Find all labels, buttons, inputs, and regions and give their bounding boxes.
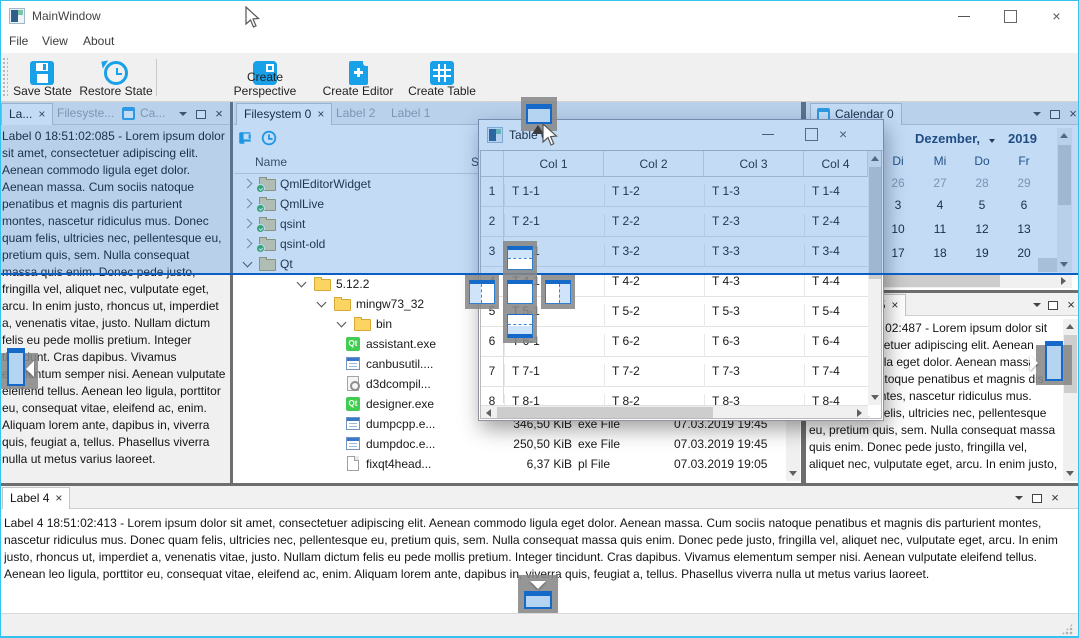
file-type: exe File xyxy=(578,437,620,451)
main-toolbar: Save State Restore State test1 Create Pe… xyxy=(0,53,1079,102)
dock-bottom-indicator[interactable] xyxy=(503,309,537,343)
app-icon xyxy=(9,8,25,24)
menu-file[interactable]: File xyxy=(9,34,28,48)
toolbar-grip[interactable] xyxy=(2,57,8,97)
restore-state-button[interactable]: Restore State xyxy=(77,55,155,100)
scroll-left-icon[interactable] xyxy=(486,409,491,417)
tab-close-icon[interactable]: × xyxy=(55,491,62,505)
tab-menu-button[interactable] xyxy=(1030,298,1044,312)
page-icon xyxy=(347,456,359,471)
collapse-icon[interactable] xyxy=(317,298,327,308)
save-state-button[interactable]: Save State xyxy=(10,55,75,100)
scroll-down-icon[interactable] xyxy=(871,395,879,400)
chevron-down-icon xyxy=(1033,303,1041,307)
chevron-down-icon xyxy=(1015,496,1023,500)
dock-top-indicator[interactable] xyxy=(503,241,537,275)
create-table-button[interactable]: Create Table xyxy=(402,55,482,100)
table-row[interactable]: 5 T 5-1 T 5-2 T 5-3 T 5-4 xyxy=(481,297,870,327)
mouse-cursor xyxy=(245,6,265,30)
dock-bottom-edge-indicator[interactable] xyxy=(518,575,558,613)
collapse-icon[interactable] xyxy=(337,318,347,328)
close-icon: × xyxy=(1034,1,1079,31)
scroll-up-icon[interactable] xyxy=(1066,324,1074,329)
file-date: 07.03.2019 19:45 xyxy=(674,437,767,451)
file-type: pl File xyxy=(578,457,610,471)
table-row[interactable]: 7 T 7-1 T 7-2 T 7-3 T 7-4 xyxy=(481,357,870,387)
tree-row[interactable]: dumpdoc.e... 250,50 KiB exe File 07.03.2… xyxy=(234,434,794,454)
scroll-right-icon[interactable] xyxy=(857,409,862,417)
table-horizontal-scrollbar[interactable] xyxy=(481,405,868,419)
table-icon xyxy=(430,61,454,85)
tab-close-icon[interactable]: × xyxy=(891,298,898,312)
file-size: 6,37 KiB xyxy=(464,457,572,471)
scrollbar-thumb[interactable] xyxy=(497,407,713,419)
arrow-right-icon xyxy=(1030,355,1038,371)
qt-app-icon: Qt xyxy=(346,337,360,351)
status-bar xyxy=(0,613,1079,638)
dock-right-indicator[interactable] xyxy=(541,275,575,309)
page-gear-icon xyxy=(347,376,359,391)
create-perspective-button[interactable]: Create Perspective xyxy=(216,55,314,100)
label4-tabbar: Label 4× × xyxy=(0,486,1079,509)
menu-view[interactable]: View xyxy=(42,34,68,48)
arrow-left-icon xyxy=(26,361,34,377)
scroll-down-icon[interactable] xyxy=(789,471,797,476)
maximize-button[interactable] xyxy=(988,1,1033,31)
dock-right-edge-indicator[interactable] xyxy=(1036,345,1072,385)
tab-label4[interactable]: Label 4× xyxy=(2,487,70,509)
collapse-icon[interactable] xyxy=(297,278,307,288)
create-editor-button[interactable]: Create Editor xyxy=(318,55,398,100)
float-icon xyxy=(1032,494,1042,503)
title-bar: MainWindow × xyxy=(0,1,1079,31)
arrow-down-icon xyxy=(530,581,546,589)
tree-row[interactable]: fixqt4head... 6,37 KiB pl File 07.03.201… xyxy=(234,454,794,474)
table-row[interactable]: 6 T 6-1 T 6-2 T 6-3 T 6-4 xyxy=(481,327,870,357)
menu-bar: File View About xyxy=(0,31,1079,53)
folder-icon xyxy=(334,299,351,311)
tab-menu-button[interactable] xyxy=(1012,491,1026,505)
app-window-icon xyxy=(346,417,360,430)
scroll-right-icon[interactable] xyxy=(1061,277,1066,285)
qt-app-icon: Qt xyxy=(346,397,360,411)
save-icon xyxy=(30,61,54,85)
mouse-cursor-drag xyxy=(542,123,564,149)
window-title: MainWindow xyxy=(32,9,101,23)
resize-grip[interactable] xyxy=(1061,623,1073,635)
dock-left-edge-indicator[interactable] xyxy=(0,353,38,389)
minimize-icon xyxy=(958,16,970,17)
app-window-icon xyxy=(346,357,360,370)
scroll-down-icon[interactable] xyxy=(1066,471,1074,476)
dock-center-indicator[interactable] xyxy=(503,275,537,309)
close-button[interactable]: × xyxy=(1034,1,1079,31)
float-panel-button[interactable] xyxy=(1030,491,1044,505)
float-panel-button[interactable] xyxy=(1046,298,1060,312)
restore-icon xyxy=(104,61,128,85)
label5-vertical-scrollbar[interactable] xyxy=(1063,319,1078,481)
close-panel-button[interactable]: × xyxy=(1048,491,1062,505)
app-window-icon xyxy=(346,437,360,450)
close-panel-button[interactable]: × xyxy=(1064,298,1078,312)
folder-icon xyxy=(314,279,331,291)
file-date: 07.03.2019 19:05 xyxy=(674,457,767,471)
file-size: 250,50 KiB xyxy=(464,437,572,451)
minimize-button[interactable] xyxy=(941,1,986,31)
dock-left-indicator[interactable] xyxy=(465,275,499,309)
editor-icon xyxy=(349,61,368,85)
float-icon xyxy=(1048,301,1058,310)
folder-icon xyxy=(354,319,371,331)
main-window: MainWindow × File View About Save State … xyxy=(0,0,1079,638)
menu-about[interactable]: About xyxy=(83,34,114,48)
toolbar-separator xyxy=(156,59,157,96)
maximize-icon xyxy=(1004,10,1017,23)
